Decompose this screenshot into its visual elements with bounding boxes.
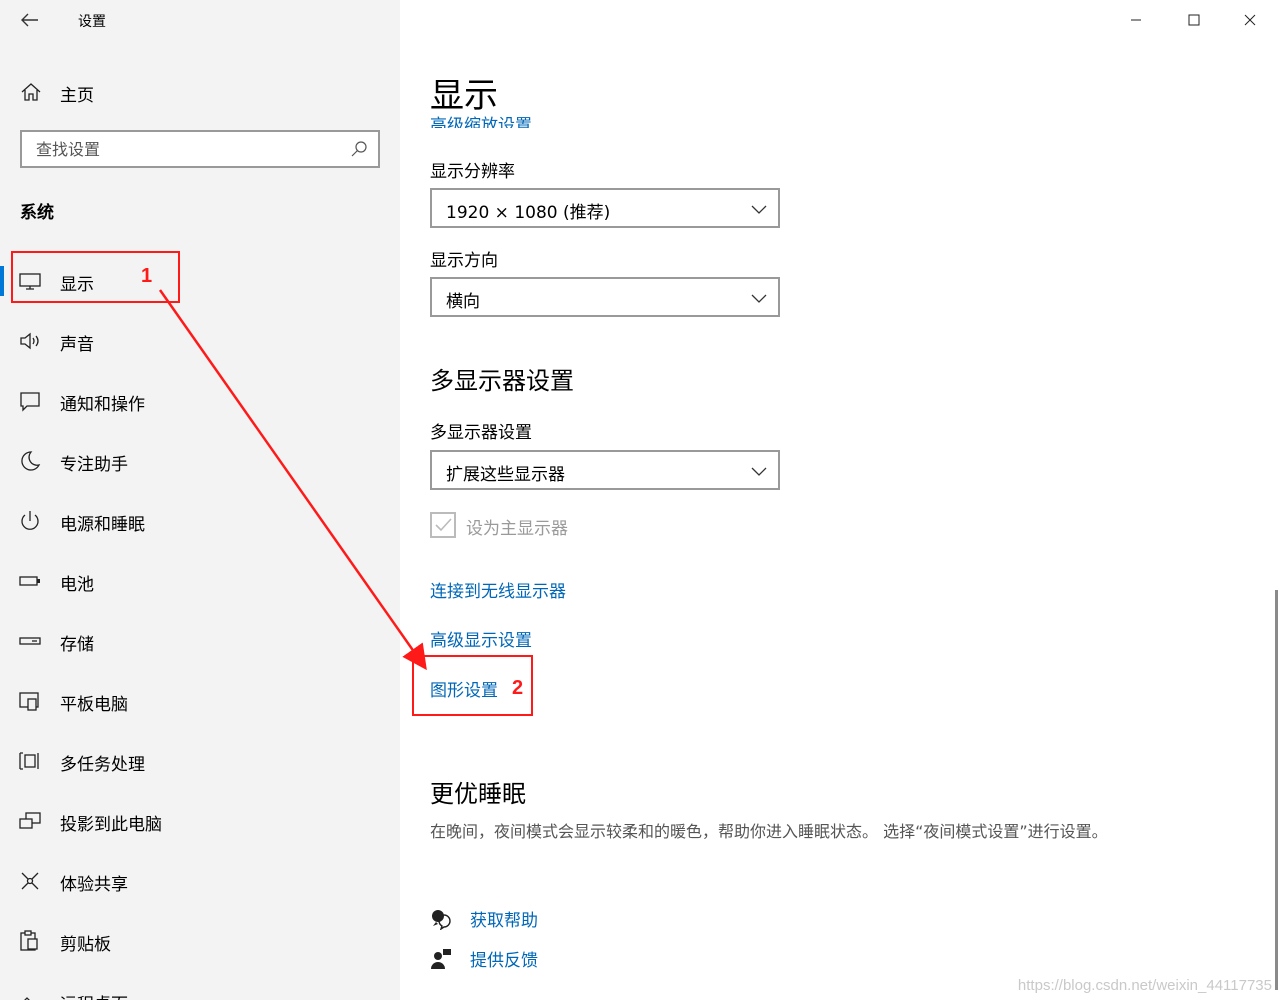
sidebar-item-label: 主页 [60, 86, 94, 106]
back-arrow-icon [21, 13, 38, 27]
resolution-label: 显示分辨率 [430, 162, 515, 182]
multi-display-value: 扩展这些显示器 [446, 465, 565, 485]
close-button[interactable] [1230, 6, 1270, 34]
sidebar-item-sound[interactable]: 声音 [0, 316, 400, 366]
sidebar-item-project[interactable]: 投影到此电脑 [0, 796, 400, 846]
orientation-value: 横向 [446, 292, 480, 312]
checkmark-icon [435, 518, 452, 532]
maximize-icon [1188, 14, 1200, 26]
help-chat-icon [432, 910, 451, 930]
feedback-person-icon [431, 949, 451, 969]
remote-desktop-icon [24, 997, 30, 1000]
sidebar-item-label: 平板电脑 [60, 695, 128, 715]
multi-display-dropdown[interactable]: 扩展这些显示器 [430, 450, 780, 490]
minimize-icon [1131, 19, 1141, 21]
wireless-display-link[interactable]: 连接到无线显示器 [430, 577, 566, 602]
scrollbar[interactable] [1275, 590, 1278, 990]
sidebar-item-label: 投影到此电脑 [60, 815, 162, 835]
search-icon[interactable] [350, 140, 368, 158]
orientation-label: 显示方向 [430, 251, 498, 271]
section-title: 系统 [20, 203, 54, 223]
sidebar-item-notifications[interactable]: 通知和操作 [0, 376, 400, 426]
titlebar-left: 设置 [0, 0, 400, 40]
chevron-down-icon [751, 205, 767, 214]
sidebar-item-label: 远程桌面 [60, 990, 128, 1000]
resolution-dropdown[interactable]: 1920 × 1080 (推荐) [430, 188, 780, 228]
sidebar-item-label: 电源和睡眠 [60, 515, 145, 535]
better-sleep-heading: 更优睡眠 [430, 780, 526, 808]
sidebar-item-shared[interactable]: 体验共享 [0, 856, 400, 906]
speaker-icon [20, 332, 39, 350]
chevron-down-icon [751, 467, 767, 476]
search-box[interactable] [20, 130, 380, 168]
sidebar-item-label: 存储 [60, 635, 94, 655]
sidebar-item-clipboard[interactable]: 剪贴板 [0, 916, 400, 966]
power-icon [21, 511, 39, 530]
sidebar-item-remote-desktop[interactable]: 远程桌面 [0, 976, 400, 1000]
back-button[interactable] [14, 6, 46, 34]
app-title: 设置 [78, 14, 106, 30]
make-main-display-label: 设为主显示器 [466, 519, 568, 539]
notification-icon [20, 392, 40, 412]
annotation-marker-1: 1 [141, 265, 153, 287]
sidebar-item-label: 多任务处理 [60, 755, 145, 775]
sidebar-item-battery[interactable]: 电池 [0, 556, 400, 606]
feedback-link[interactable]: 提供反馈 [430, 944, 730, 974]
sidebar: 设置 主页 系统 显示 声音 通知和操作 [0, 0, 400, 1000]
sidebar-item-label: 体验共享 [60, 875, 128, 895]
multitask-icon [19, 752, 39, 770]
sidebar-item-tablet[interactable]: 平板电脑 [0, 676, 400, 726]
moon-icon [21, 451, 41, 471]
make-main-display-checkbox[interactable] [430, 512, 456, 538]
project-icon [19, 812, 41, 829]
better-sleep-description: 在晚间，夜间模式会显示较柔和的暖色，帮助你进入睡眠状态。 选择“夜间模式设置”进… [430, 822, 1108, 841]
feedback-label: 提供反馈 [470, 951, 538, 971]
advanced-scaling-link-label: 高级缩放设置 [430, 116, 532, 128]
sidebar-item-label: 通知和操作 [60, 395, 145, 415]
advanced-scaling-link[interactable]: 高级缩放设置 [430, 108, 730, 128]
sidebar-item-label: 专注助手 [60, 455, 128, 475]
multi-display-heading: 多显示器设置 [430, 367, 574, 395]
annotation-box-1 [11, 251, 180, 303]
sidebar-item-focus-assist[interactable]: 专注助手 [0, 436, 400, 486]
sidebar-item-home[interactable]: 主页 [0, 70, 400, 114]
maximize-button[interactable] [1174, 6, 1214, 34]
minimize-button[interactable] [1116, 6, 1156, 34]
clipboard-icon [20, 930, 38, 951]
get-help-label: 获取帮助 [470, 911, 538, 931]
storage-icon [19, 637, 41, 645]
share-icon [21, 872, 39, 890]
search-input[interactable] [22, 132, 342, 166]
sidebar-item-storage[interactable]: 存储 [0, 616, 400, 666]
orientation-dropdown[interactable]: 横向 [430, 277, 780, 317]
multi-display-label: 多显示器设置 [430, 423, 532, 443]
sidebar-item-label: 电池 [60, 575, 94, 595]
sidebar-item-multitasking[interactable]: 多任务处理 [0, 736, 400, 786]
chevron-down-icon [751, 294, 767, 303]
close-icon [1244, 14, 1256, 26]
advanced-display-link[interactable]: 高级显示设置 [430, 626, 532, 651]
battery-icon [19, 576, 40, 586]
sidebar-item-power-sleep[interactable]: 电源和睡眠 [0, 496, 400, 546]
sidebar-item-label: 剪贴板 [60, 935, 111, 955]
main-content: 显示 高级缩放设置 显示分辨率 1920 × 1080 (推荐) 显示方向 横向… [400, 0, 1280, 1000]
watermark: https://blog.csdn.net/weixin_44117735 [1017, 977, 1272, 994]
resolution-value: 1920 × 1080 (推荐) [446, 203, 611, 223]
tablet-icon [19, 692, 39, 711]
home-icon [21, 83, 41, 101]
annotation-marker-2: 2 [512, 677, 524, 699]
get-help-link[interactable]: 获取帮助 [430, 904, 730, 934]
sidebar-item-label: 声音 [60, 335, 94, 355]
